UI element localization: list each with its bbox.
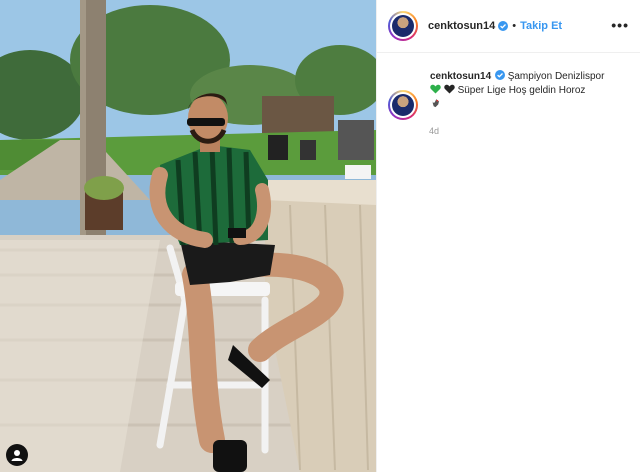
caption-text: cenktosun14 Şampiyon Denizlispor Süper L… [430,70,630,113]
user-tag-icon[interactable] [6,444,28,466]
caption-username[interactable]: cenktosun14 [430,71,491,82]
post-time: 4d [429,126,440,136]
avatar-image [392,15,414,37]
green-heart-emoji [430,84,441,94]
avatar-image [392,94,414,116]
black-heart-emoji [444,84,455,94]
post-side-panel: cenktosun14 • Takip Et ••• cenktosun14 Ş… [376,0,640,472]
more-options-icon[interactable]: ••• [611,18,629,32]
username-link[interactable]: cenktosun14 [428,20,495,32]
verified-badge-icon [498,21,509,31]
avatar[interactable] [388,11,418,41]
caption-line2: Süper Lige Hoş geldin Horoz [457,85,586,96]
caption-line1: Şampiyon Denizlispor [507,71,605,82]
photo-scene [0,0,376,472]
verified-badge-icon [494,70,505,80]
rooster-emoji [431,98,440,108]
follow-button[interactable]: Takip Et [520,20,562,32]
caption-avatar[interactable] [388,90,418,120]
separator-dot: • [512,20,517,32]
post-header: cenktosun14 • Takip Et ••• [377,0,640,53]
post-photo[interactable] [0,0,376,472]
